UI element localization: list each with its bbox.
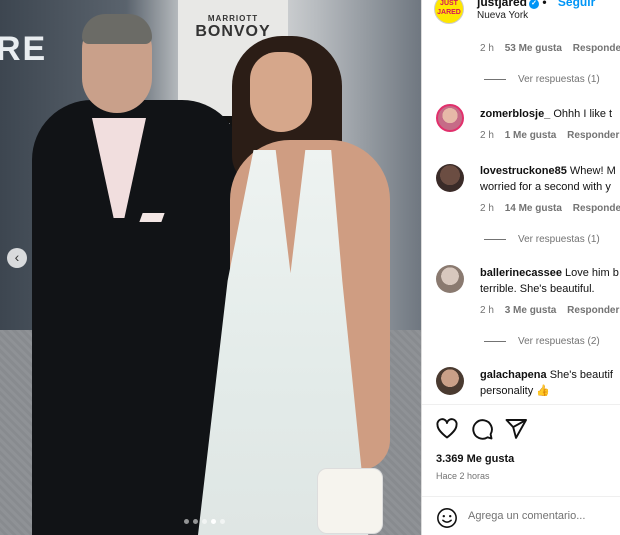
handbag <box>317 468 383 534</box>
commenter-username[interactable]: galachapena <box>480 369 547 381</box>
carousel-indicator <box>184 519 225 524</box>
backdrop-letters: RE <box>0 30 48 68</box>
carousel-dot <box>193 519 198 524</box>
view-replies-label: Ver respuestas (1) <box>518 74 600 85</box>
author-username[interactable]: justjared <box>477 0 527 9</box>
share-icon[interactable] <box>504 417 528 441</box>
post-photo[interactable]: RE MARRIOTT BONVOY T ‹ <box>0 0 421 535</box>
comment-time: 2 h <box>480 305 494 316</box>
post-timestamp: Hace 2 horas <box>436 471 490 481</box>
replies-line <box>484 238 506 240</box>
comment-likes[interactable]: 1 Me gusta <box>505 130 557 141</box>
sponsor-logo-text: MARRIOTT BONVOY <box>188 14 278 41</box>
replies-line <box>484 78 506 80</box>
view-replies[interactable]: Ver respuestas (1) <box>484 74 600 85</box>
author-line: justjared ✓ • Seguir <box>477 0 595 9</box>
post-sidebar: JUST JARED justjared ✓ • Seguir Nueva Yor… <box>421 0 620 535</box>
commenter-username[interactable]: ballerinecassee <box>480 267 562 279</box>
comment-likes[interactable]: 3 Me gusta <box>505 305 557 316</box>
woman-face <box>250 52 312 132</box>
location-link[interactable]: Nueva York <box>477 10 528 21</box>
comment-meta: 2 h 3 Me gusta Responder <box>480 305 620 316</box>
separator-dot: • <box>539 0 550 9</box>
comment-input[interactable] <box>468 507 618 525</box>
post-header: JUST JARED justjared ✓ • Seguir Nueva Yor… <box>422 0 620 34</box>
commenter-avatar[interactable] <box>436 265 464 293</box>
comment-meta: 2 h 1 Me gusta Responder <box>480 130 620 141</box>
likes-count[interactable]: 3.369 Me gusta <box>436 453 514 465</box>
view-replies[interactable]: Ver respuestas (1) <box>484 234 600 245</box>
comment-icon[interactable] <box>470 417 494 441</box>
reply-button[interactable]: Responder <box>573 43 620 54</box>
comment-likes[interactable]: 14 Me gusta <box>505 203 562 214</box>
comment-text: galachapena She's beautif personality 👍 <box>480 367 620 399</box>
comment-body: Ohhh I like t <box>553 108 613 120</box>
comment-meta: 2 h 53 Me gusta Responder <box>480 43 620 54</box>
comment-text: zomerblosje_ Ohhh I like t <box>480 106 620 122</box>
chevron-left-icon[interactable]: ‹ <box>7 248 27 268</box>
carousel-dot-active <box>211 519 216 524</box>
view-replies[interactable]: Ver respuestas (2) <box>484 336 600 347</box>
comment-likes[interactable]: 53 Me gusta <box>505 43 562 54</box>
comment-text: lovestruckone85 Whew! M worried for a se… <box>480 163 620 195</box>
comment-time: 2 h <box>480 203 494 214</box>
comment-text: ballerinecassee Love him b terrible. She… <box>480 265 620 297</box>
reply-button[interactable]: Responder <box>567 305 619 316</box>
view-replies-label: Ver respuestas (2) <box>518 336 600 347</box>
commenter-avatar[interactable] <box>436 104 464 132</box>
commenter-username[interactable]: lovestruckone85 <box>480 165 567 177</box>
follow-button[interactable]: Seguir <box>558 0 595 9</box>
pocket-square <box>139 213 165 222</box>
reply-button[interactable]: Responder <box>567 130 619 141</box>
commenter-avatar[interactable] <box>436 164 464 192</box>
post-actions: 3.369 Me gusta Hace 2 horas <box>422 404 620 485</box>
author-avatar[interactable]: JUST JARED <box>434 0 464 24</box>
reply-button[interactable]: Responder <box>573 203 620 214</box>
sponsor-logo-small: MARRIOTT <box>207 14 259 23</box>
comment-time: 2 h <box>480 130 494 141</box>
carousel-dot <box>202 519 207 524</box>
commenter-avatar[interactable] <box>436 367 464 395</box>
view-replies-label: Ver respuestas (1) <box>518 234 600 245</box>
carousel-dot <box>184 519 189 524</box>
heart-icon[interactable] <box>435 417 459 441</box>
comment-meta: 2 h 14 Me gusta Responder <box>480 203 620 214</box>
replies-line <box>484 340 506 342</box>
commenter-username[interactable]: zomerblosje_ <box>480 108 550 120</box>
comment-composer <box>422 496 620 535</box>
carousel-dot <box>220 519 225 524</box>
comment-time: 2 h <box>480 43 494 54</box>
emoji-icon[interactable] <box>436 507 458 529</box>
man-hair <box>82 14 152 44</box>
verified-icon: ✓ <box>529 0 540 9</box>
